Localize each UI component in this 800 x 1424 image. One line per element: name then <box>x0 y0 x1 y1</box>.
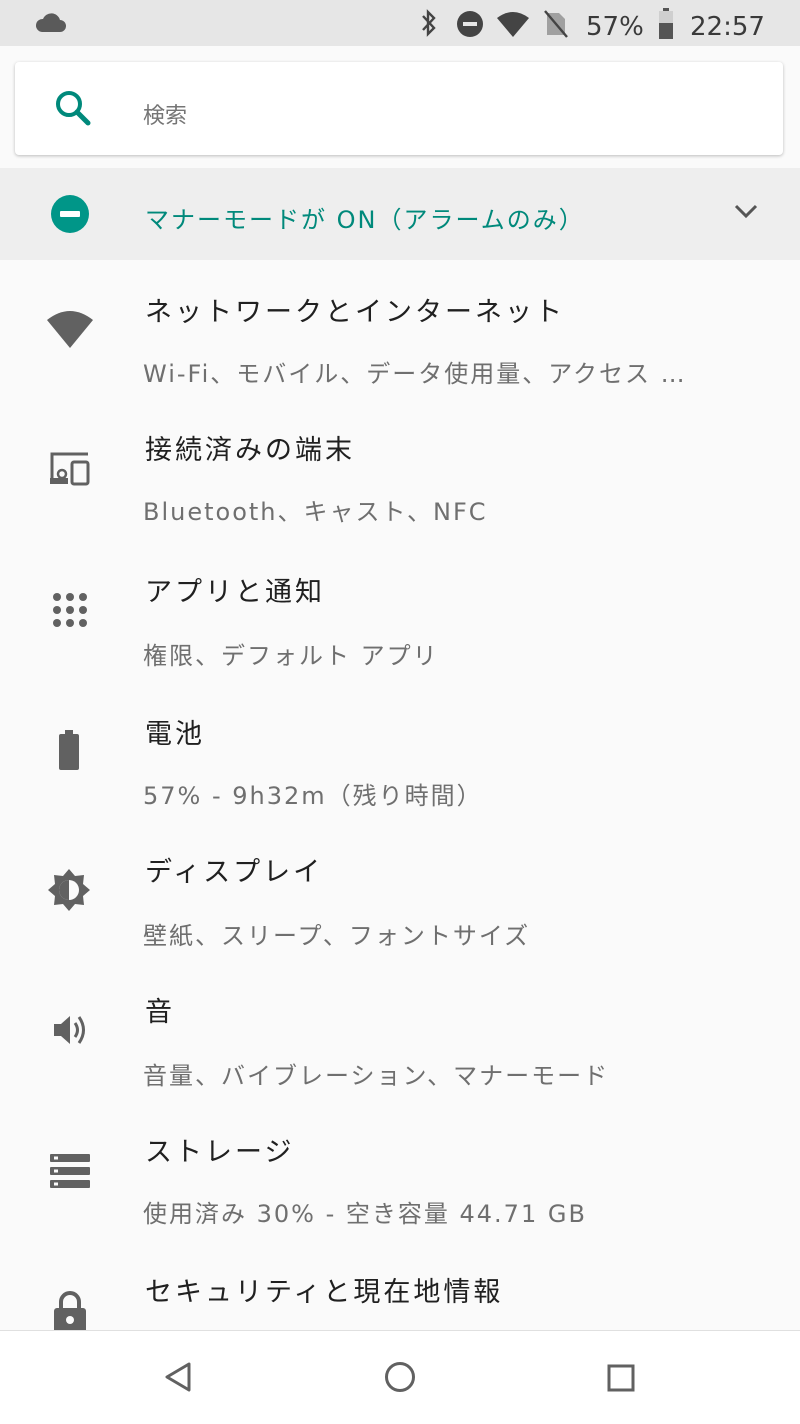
battery-percent: 57% <box>586 12 644 42</box>
devices-icon <box>48 450 92 492</box>
cloud-icon <box>34 12 66 38</box>
settings-item-subtitle: 音量、バイブレーション、マナーモード <box>143 1062 610 1090</box>
storage-icon <box>50 1154 90 1192</box>
dnd-banner-text: マナーモードが ON（アラームのみ） <box>145 206 585 234</box>
chevron-down-icon[interactable] <box>733 202 759 224</box>
volume-icon <box>52 1012 90 1052</box>
settings-item-title: アプリと通知 <box>145 577 325 608</box>
wifi-icon <box>46 310 94 354</box>
settings-item-security[interactable]: セキュリティと現在地情報 <box>0 1250 800 1330</box>
wifi-icon <box>496 12 530 42</box>
navigation-bar <box>0 1330 800 1424</box>
settings-item-title: ネットワークとインターネット <box>145 297 565 328</box>
settings-item-subtitle: 権限、デフォルト アプリ <box>143 642 439 670</box>
settings-item-title: 接続済みの端末 <box>145 435 355 466</box>
do-not-disturb-icon <box>50 194 90 238</box>
settings-item-apps[interactable]: アプリと通知 権限、デフォルト アプリ <box>0 550 800 680</box>
search-icon[interactable] <box>53 88 93 132</box>
settings-item-subtitle: Wi-Fi、モバイル、データ使用量、アクセス … <box>143 360 687 388</box>
settings-item-battery[interactable]: 電池 57% - 9h32m（残り時間） <box>0 690 800 820</box>
settings-item-connected-devices[interactable]: 接続済みの端末 Bluetooth、キャスト、NFC <box>0 410 800 540</box>
settings-item-title: 音 <box>145 997 175 1028</box>
bluetooth-icon <box>418 9 440 41</box>
settings-item-title: 電池 <box>145 719 205 750</box>
settings-item-subtitle: 使用済み 30% - 空き容量 44.71 GB <box>143 1200 587 1228</box>
search-bar[interactable]: 検索 <box>15 62 783 155</box>
status-bar: 57% 22:57 <box>0 0 800 46</box>
back-icon[interactable] <box>163 1361 193 1397</box>
settings-item-subtitle: 壁紙、スリープ、フォントサイズ <box>143 922 531 950</box>
recents-icon[interactable] <box>607 1364 635 1396</box>
settings-item-display[interactable]: ディスプレイ 壁紙、スリープ、フォントサイズ <box>0 830 800 960</box>
settings-item-title: ディスプレイ <box>145 857 324 888</box>
settings-item-subtitle: Bluetooth、キャスト、NFC <box>143 498 488 526</box>
apps-grid-icon <box>52 592 88 632</box>
battery-icon <box>658 8 674 44</box>
brightness-icon <box>47 868 91 916</box>
dnd-banner[interactable]: マナーモードが ON（アラームのみ） <box>0 168 800 260</box>
lock-icon <box>52 1290 88 1330</box>
settings-item-storage[interactable]: ストレージ 使用済み 30% - 空き容量 44.71 GB <box>0 1110 800 1240</box>
settings-item-title: セキュリティと現在地情報 <box>145 1277 504 1308</box>
settings-item-sound[interactable]: 音 音量、バイブレーション、マナーモード <box>0 970 800 1100</box>
search-placeholder[interactable]: 検索 <box>143 98 187 130</box>
no-sim-icon <box>544 10 568 42</box>
battery-icon <box>58 730 80 774</box>
clock: 22:57 <box>690 12 765 42</box>
settings-item-network[interactable]: ネットワークとインターネット Wi-Fi、モバイル、データ使用量、アクセス … <box>0 270 800 400</box>
do-not-disturb-icon <box>456 10 484 42</box>
settings-item-subtitle: 57% - 9h32m（残り時間） <box>143 782 483 810</box>
settings-item-title: ストレージ <box>145 1137 295 1168</box>
home-icon[interactable] <box>384 1361 416 1397</box>
